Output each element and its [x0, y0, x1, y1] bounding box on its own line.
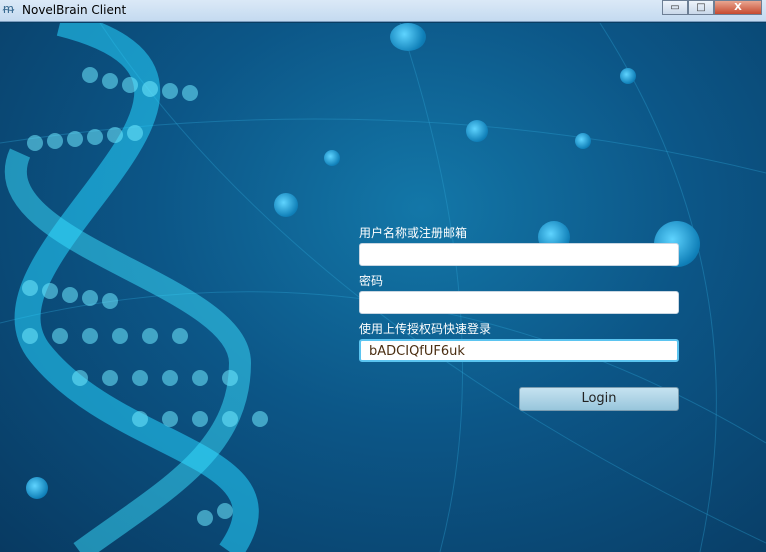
username-label: 用户名称或注册邮箱 — [359, 226, 468, 240]
close-button[interactable]: X — [714, 0, 762, 15]
password-input[interactable] — [359, 291, 679, 314]
password-label: 密码 — [359, 274, 384, 288]
title-bar: ᵯ NovelBrain Client ▭ □ X — [0, 0, 766, 22]
glow-orb — [26, 477, 48, 499]
glow-orb — [274, 193, 298, 217]
login-button[interactable]: Login — [519, 387, 679, 411]
glow-orb — [620, 68, 636, 84]
token-input[interactable]: bADCIQfUF6uk — [359, 339, 679, 362]
username-input[interactable] — [359, 243, 679, 266]
token-label: 使用上传授权码快速登录 — [359, 322, 492, 336]
glow-orb — [324, 150, 340, 166]
glow-orb — [466, 120, 488, 142]
window-title: NovelBrain Client — [22, 3, 127, 17]
app-logo-icon: ᵯ — [3, 2, 14, 17]
glow-orb — [390, 23, 426, 51]
minimize-button[interactable]: ▭ — [662, 0, 688, 15]
glow-orb — [575, 133, 591, 149]
maximize-button[interactable]: □ — [688, 0, 714, 15]
